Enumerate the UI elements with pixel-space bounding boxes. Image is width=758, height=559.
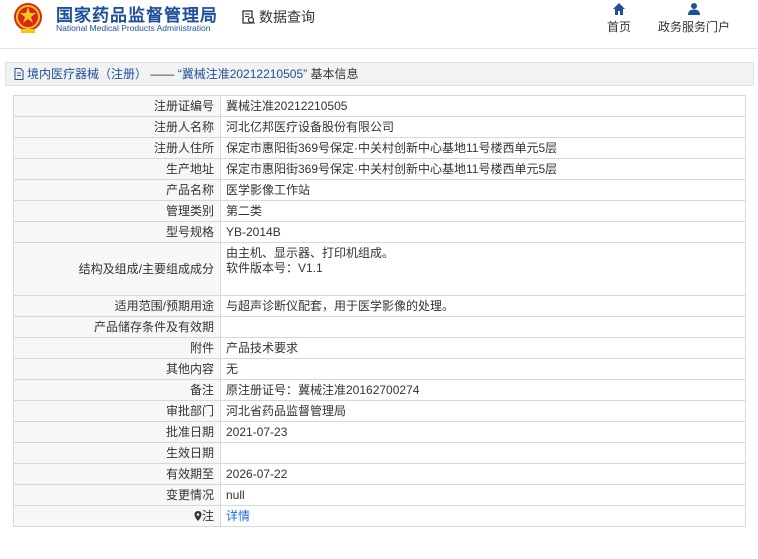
table-row: 附件 产品技术要求 bbox=[13, 337, 746, 359]
document-icon bbox=[14, 68, 24, 80]
location-pin-icon bbox=[194, 510, 202, 521]
field-value: 2026-07-22 bbox=[220, 463, 746, 485]
breadcrumb-category[interactable]: 境内医疗器械（注册） bbox=[27, 67, 147, 81]
detail-table: 注册证编号 冀械注准20212210505 注册人名称 河北亿邦医疗设备股份有限… bbox=[13, 95, 746, 527]
field-label: 有效期至 bbox=[13, 463, 221, 485]
site-brand-english[interactable]: National Medical Products Administration bbox=[56, 23, 211, 33]
nav-home-label: 首页 bbox=[606, 20, 631, 34]
table-row: 备注 原注册证号：冀械注准20162700274 bbox=[13, 379, 746, 401]
table-row: 适用范围/预期用途 与超声诊断仪配套，用于医学影像的处理。 bbox=[13, 295, 746, 317]
table-row: 变更情况 null bbox=[13, 484, 746, 506]
home-icon bbox=[613, 3, 625, 15]
record-number: “冀械注准20212210505” bbox=[177, 67, 308, 81]
table-row: 产品名称 医学影像工作站 bbox=[13, 179, 746, 201]
field-value bbox=[220, 316, 746, 338]
field-value: 医学影像工作站 bbox=[220, 179, 746, 201]
detail-table-wrapper: 注册证编号 冀械注准20212210505 注册人名称 河北亿邦医疗设备股份有限… bbox=[13, 95, 746, 527]
table-row: 结构及组成/主要组成成分 由主机、显示器、打印机组成。 软件版本号：V1.1 bbox=[13, 242, 746, 296]
table-row: 产品储存条件及有效期 bbox=[13, 316, 746, 338]
national-emblem-icon bbox=[14, 3, 42, 33]
field-value: YB-2014B bbox=[220, 221, 746, 243]
field-value: 河北省药品监督管理局 bbox=[220, 400, 746, 422]
field-label: 审批部门 bbox=[13, 400, 221, 422]
field-label: 产品储存条件及有效期 bbox=[13, 316, 221, 338]
field-value: 详情 bbox=[220, 505, 746, 527]
table-row: 审批部门 河北省药品监督管理局 bbox=[13, 400, 746, 422]
field-value: 2021-07-23 bbox=[220, 421, 746, 443]
field-value: 河北亿邦医疗设备股份有限公司 bbox=[220, 116, 746, 138]
field-value: 原注册证号：冀械注准20162700274 bbox=[220, 379, 746, 401]
table-row: 注册人名称 河北亿邦医疗设备股份有限公司 bbox=[13, 116, 746, 138]
table-row: 注册人住所 保定市惠阳街369号保定·中关村创新中心基地11号楼西单元5层 bbox=[13, 137, 746, 159]
table-row: 有效期至 2026-07-22 bbox=[13, 463, 746, 485]
site-header: 国家药品监督管理局 National Medical Products Admi… bbox=[0, 0, 758, 49]
software-version-line: 软件版本号：V1.1 bbox=[226, 261, 323, 275]
field-value: 由主机、显示器、打印机组成。 软件版本号：V1.1 bbox=[220, 242, 746, 296]
table-row: 注 详情 bbox=[13, 505, 746, 527]
field-value: null bbox=[220, 484, 746, 506]
field-label: 备注 bbox=[13, 379, 221, 401]
field-label: 批准日期 bbox=[13, 421, 221, 443]
field-label: 管理类别 bbox=[13, 200, 221, 222]
table-row: 注册证编号 冀械注准20212210505 bbox=[13, 95, 746, 117]
field-label: 变更情况 bbox=[13, 484, 221, 506]
field-label: 附件 bbox=[13, 337, 221, 359]
data-query-link[interactable]: 数据查询 bbox=[242, 7, 315, 27]
composition-line: 由主机、显示器、打印机组成。 bbox=[226, 246, 395, 260]
field-value: 第二类 bbox=[220, 200, 746, 222]
field-label: 注册证编号 bbox=[13, 95, 221, 117]
field-label: 注册人名称 bbox=[13, 116, 221, 138]
field-label: 型号规格 bbox=[13, 221, 221, 243]
data-query-label: 数据查询 bbox=[259, 9, 315, 25]
field-label: 注 bbox=[13, 505, 221, 527]
field-value: 产品技术要求 bbox=[220, 337, 746, 359]
table-row: 批准日期 2021-07-23 bbox=[13, 421, 746, 443]
details-link[interactable]: 详情 bbox=[226, 509, 250, 523]
field-label: 生产地址 bbox=[13, 158, 221, 180]
table-row: 生产地址 保定市惠阳街369号保定·中关村创新中心基地11号楼西单元5层 bbox=[13, 158, 746, 180]
title-suffix: 基本信息 bbox=[310, 67, 359, 81]
field-value: 冀械注准20212210505 bbox=[220, 95, 746, 117]
field-label: 结构及组成/主要组成成分 bbox=[13, 242, 221, 296]
field-label: 产品名称 bbox=[13, 179, 221, 201]
user-icon bbox=[688, 3, 700, 15]
field-label: 适用范围/预期用途 bbox=[13, 295, 221, 317]
table-row: 其他内容 无 bbox=[13, 358, 746, 380]
note-label: 注 bbox=[201, 508, 214, 523]
document-search-icon bbox=[242, 10, 255, 25]
table-row: 型号规格 YB-2014B bbox=[13, 221, 746, 243]
table-row: 管理类别 第二类 bbox=[13, 200, 746, 222]
nav-government-services-label: 政务服务门户 bbox=[657, 20, 730, 34]
field-label: 注册人住所 bbox=[13, 137, 221, 159]
field-value: 保定市惠阳街369号保定·中关村创新中心基地11号楼西单元5层 bbox=[220, 158, 746, 180]
field-label: 生效日期 bbox=[13, 442, 221, 464]
table-row: 生效日期 bbox=[13, 442, 746, 464]
nav-government-services[interactable]: 政务服务门户 bbox=[649, 0, 739, 35]
field-value: 保定市惠阳街369号保定·中关村创新中心基地11号楼西单元5层 bbox=[220, 137, 746, 159]
field-value: 与超声诊断仪配套，用于医学影像的处理。 bbox=[220, 295, 746, 317]
breadcrumb-separator: —— bbox=[150, 67, 175, 81]
field-label: 其他内容 bbox=[13, 358, 221, 380]
page-title: 境内医疗器械（注册） —— “冀械注准20212210505” 基本信息 bbox=[5, 62, 754, 86]
field-value bbox=[220, 442, 746, 464]
field-value: 无 bbox=[220, 358, 746, 380]
